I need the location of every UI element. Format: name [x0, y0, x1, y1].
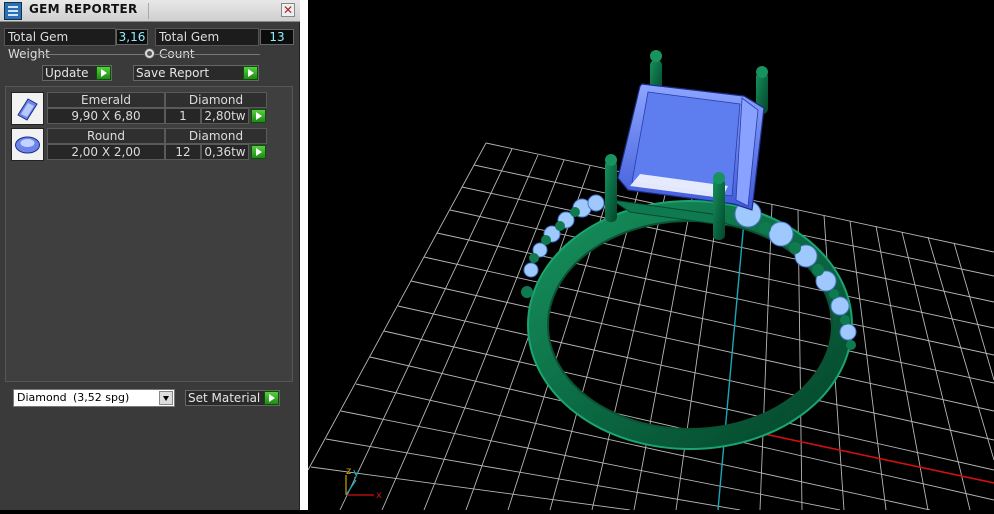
save-report-button[interactable]: Save Report — [133, 65, 259, 81]
axis-y-label: y — [353, 466, 360, 479]
gem-material-cell: Diamond — [165, 128, 267, 144]
material-select-name: Diamond — [17, 391, 67, 404]
ground-grid — [307, 142, 994, 511]
panel-splitter-handle[interactable] — [144, 48, 155, 59]
gem-reporter-app-icon — [4, 2, 22, 20]
update-button[interactable]: Update — [42, 65, 112, 81]
set-material-button[interactable]: Set Material — [185, 390, 280, 406]
round-gem-icon — [11, 128, 44, 161]
total-gem-weight-value: 3,16 — [116, 29, 148, 45]
gem-reporter-panel: GEM REPORTER ✕ Total Gem Weight 3,16 Tot… — [0, 0, 300, 510]
gem-count-cell: 1 — [165, 108, 201, 124]
gem-list: Emerald Diamond 9,90 X 6,80 1 2,80tw Rou… — [5, 86, 293, 382]
gem-select-arrow-icon[interactable] — [251, 109, 266, 123]
set-material-button-label: Set Material — [188, 391, 261, 405]
play-arrow-icon — [96, 66, 111, 80]
gem-material-cell: Diamond — [165, 92, 267, 108]
gem-weight-cell: 0,36tw — [201, 144, 249, 160]
gem-shape-cell: Round — [47, 128, 165, 144]
material-select-density: (3,52 spg) — [73, 391, 130, 404]
emerald-gem-icon — [11, 92, 44, 125]
play-arrow-icon — [243, 66, 258, 80]
window-title: GEM REPORTER — [29, 2, 138, 16]
title-divider — [148, 3, 149, 19]
gem-dimensions-cell: 9,90 X 6,80 — [47, 108, 165, 124]
gem-dimensions-cell: 2,00 X 2,00 — [47, 144, 165, 160]
save-report-button-label: Save Report — [136, 66, 210, 80]
gem-count-cell: 12 — [165, 144, 201, 160]
axis-gizmo: z y x — [345, 466, 382, 501]
gem-select-arrow-icon[interactable] — [251, 145, 266, 159]
close-icon[interactable]: ✕ — [281, 3, 295, 17]
axis-x-label: x — [376, 490, 382, 501]
update-button-label: Update — [45, 66, 89, 80]
app-window: GEM REPORTER ✕ Total Gem Weight 3,16 Tot… — [0, 0, 994, 511]
3d-viewport[interactable]: z y x — [307, 0, 994, 511]
gem-weight-cell: 2,80tw — [201, 108, 249, 124]
axis-z-label: z — [346, 466, 351, 477]
gem-shape-cell: Emerald — [47, 92, 165, 108]
ring-render: z y x — [307, 50, 994, 511]
total-gem-count-label: Total Gem Count — [155, 28, 259, 61]
chevron-down-icon[interactable] — [159, 391, 173, 405]
material-select[interactable]: Diamond (3,52 spg) — [13, 389, 175, 407]
panel-divider[interactable] — [300, 0, 308, 510]
total-gem-weight-label: Total Gem Weight — [4, 28, 116, 61]
total-gem-count-value: 13 — [260, 29, 294, 45]
title-bar[interactable]: GEM REPORTER ✕ — [0, 0, 300, 22]
play-arrow-icon — [264, 391, 279, 405]
